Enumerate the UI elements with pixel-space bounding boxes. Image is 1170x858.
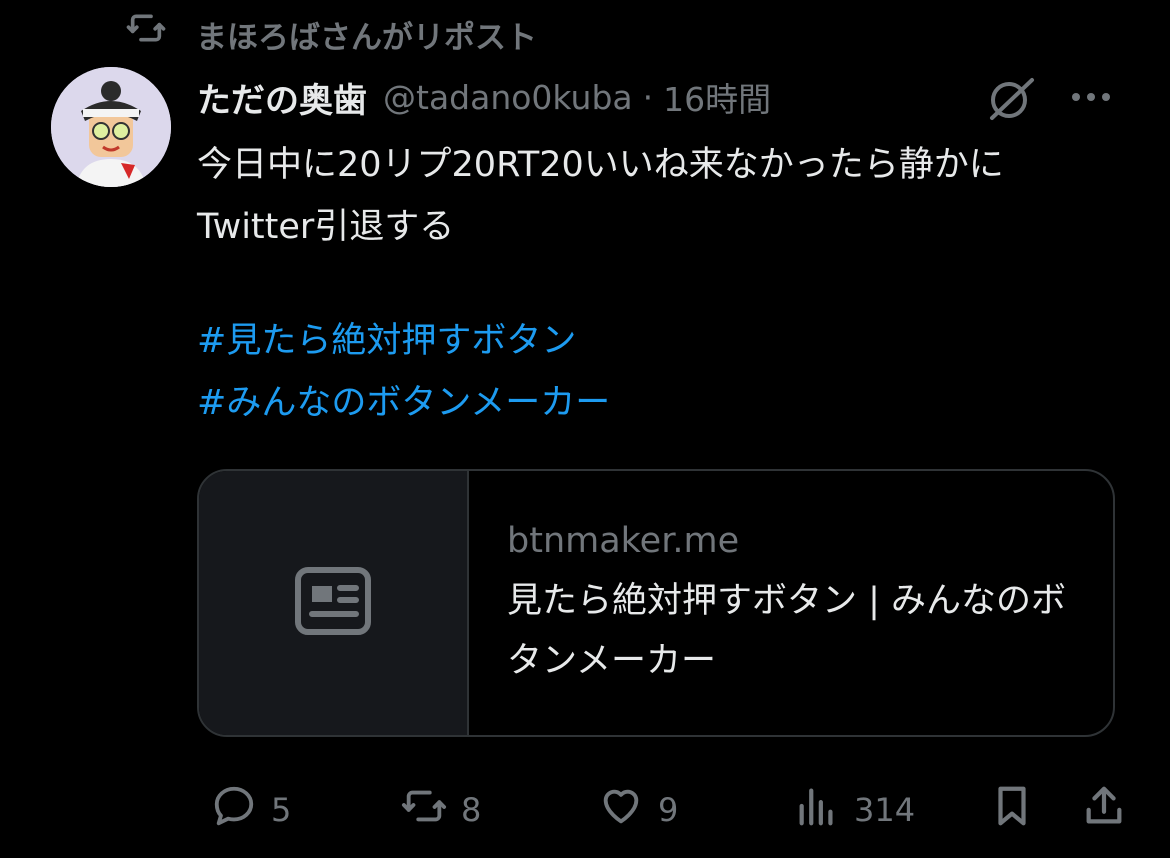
more-icon[interactable] xyxy=(1068,82,1114,112)
tweet-time[interactable]: 16時間 xyxy=(663,73,771,121)
reply-icon xyxy=(211,783,257,837)
action-bar: 5 8 9 314 xyxy=(197,780,1122,840)
views-button[interactable]: 314 xyxy=(780,780,915,840)
card-title: 見たら絶対押すボタン | みんなのボタンメーカー xyxy=(507,581,1067,681)
repost-count: 8 xyxy=(461,791,482,829)
repost-button[interactable]: 8 xyxy=(387,780,481,840)
repost-indicator[interactable]: まほろばさんがリポスト xyxy=(126,8,537,56)
grok-icon[interactable] xyxy=(984,72,1038,126)
heart-icon xyxy=(598,783,644,837)
author-handle[interactable]: @tadano0kuba xyxy=(383,78,633,117)
tweet-header: ただの奥歯 @tadano0kuba · 16時間 xyxy=(197,72,771,122)
like-count: 9 xyxy=(658,791,679,829)
avatar[interactable] xyxy=(51,67,171,187)
views-icon xyxy=(794,783,840,837)
repost-icon xyxy=(401,783,447,837)
article-icon xyxy=(294,566,372,640)
bookmark-button[interactable] xyxy=(975,780,1035,840)
bookmark-icon xyxy=(989,783,1035,837)
tweet-text: 今日中に20リプ20RT20いいね来なかったら静かにTwitter引退する xyxy=(197,145,1004,247)
repost-small-icon xyxy=(126,8,166,52)
like-button[interactable]: 9 xyxy=(584,780,678,840)
reply-button[interactable]: 5 xyxy=(197,780,291,840)
separator-dot: · xyxy=(642,77,654,117)
share-icon xyxy=(1081,783,1127,837)
hashtag-link[interactable]: #見たら絶対押すボタン xyxy=(197,310,576,372)
card-thumbnail xyxy=(199,471,469,735)
reply-count: 5 xyxy=(271,791,292,829)
repost-label: まほろばさんがリポスト xyxy=(196,20,537,56)
share-button[interactable] xyxy=(1067,780,1127,840)
hashtag-link[interactable]: #みんなのボタンメーカー xyxy=(197,372,610,434)
view-count: 314 xyxy=(854,791,916,829)
link-card[interactable]: btnmaker.me 見たら絶対押すボタン | みんなのボタンメーカー xyxy=(197,469,1115,737)
author-name[interactable]: ただの奥歯 xyxy=(197,73,367,122)
card-domain: btnmaker.me xyxy=(507,521,740,561)
